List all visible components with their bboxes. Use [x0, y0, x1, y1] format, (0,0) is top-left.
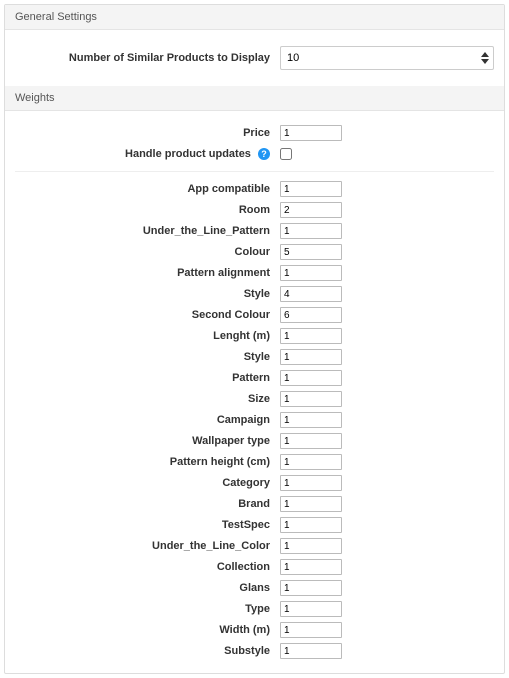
- attribute-row: Brand: [15, 495, 494, 513]
- attribute-label: App compatible: [15, 183, 280, 195]
- attribute-input[interactable]: [280, 538, 342, 554]
- attribute-input[interactable]: [280, 412, 342, 428]
- spinner-down-icon[interactable]: [481, 59, 489, 64]
- attribute-label: Type: [15, 603, 280, 615]
- attribute-label: Category: [15, 477, 280, 489]
- attribute-row: Collection: [15, 558, 494, 576]
- attribute-row: Pattern: [15, 369, 494, 387]
- price-label: Price: [15, 127, 280, 139]
- attribute-row: Room: [15, 201, 494, 219]
- attribute-row: Type: [15, 600, 494, 618]
- attribute-label: TestSpec: [15, 519, 280, 531]
- attribute-row: Substyle: [15, 642, 494, 660]
- attribute-row: Category: [15, 474, 494, 492]
- attribute-label: Glans: [15, 582, 280, 594]
- attribute-label: Under_the_Line_Pattern: [15, 225, 280, 237]
- attribute-input[interactable]: [280, 454, 342, 470]
- attribute-input[interactable]: [280, 349, 342, 365]
- attribute-label: Pattern: [15, 372, 280, 384]
- attribute-row: Pattern height (cm): [15, 453, 494, 471]
- attribute-row: App compatible: [15, 180, 494, 198]
- attribute-input[interactable]: [280, 181, 342, 197]
- display-count-spinner: [478, 48, 492, 68]
- general-settings-body: Number of Similar Products to Display: [5, 30, 504, 86]
- price-input[interactable]: [280, 125, 342, 141]
- attribute-input[interactable]: [280, 559, 342, 575]
- attribute-input[interactable]: [280, 370, 342, 386]
- display-count-label: Number of Similar Products to Display: [15, 52, 280, 64]
- attribute-label: Brand: [15, 498, 280, 510]
- attribute-input[interactable]: [280, 328, 342, 344]
- attribute-input[interactable]: [280, 202, 342, 218]
- attribute-row: TestSpec: [15, 516, 494, 534]
- attribute-label: Colour: [15, 246, 280, 258]
- handle-updates-checkbox[interactable]: [280, 148, 292, 160]
- display-count-input[interactable]: [280, 46, 494, 70]
- attribute-label: Under_the_Line_Color: [15, 540, 280, 552]
- attribute-label: Style: [15, 288, 280, 300]
- attribute-row: Under_the_Line_Pattern: [15, 222, 494, 240]
- attribute-input[interactable]: [280, 643, 342, 659]
- handle-updates-label: Handle product updates ?: [15, 148, 280, 160]
- price-row: Price: [15, 124, 494, 142]
- attribute-input[interactable]: [280, 391, 342, 407]
- attribute-label: Room: [15, 204, 280, 216]
- attribute-row: Width (m): [15, 621, 494, 639]
- attribute-row: Size: [15, 390, 494, 408]
- attribute-input[interactable]: [280, 622, 342, 638]
- attribute-input[interactable]: [280, 433, 342, 449]
- attribute-label: Campaign: [15, 414, 280, 426]
- attribute-row: Glans: [15, 579, 494, 597]
- attribute-label: Width (m): [15, 624, 280, 636]
- general-settings-header: General Settings: [5, 5, 504, 30]
- attribute-input[interactable]: [280, 475, 342, 491]
- attribute-input[interactable]: [280, 517, 342, 533]
- attribute-label: Collection: [15, 561, 280, 573]
- handle-updates-label-text: Handle product updates: [125, 148, 251, 160]
- attribute-label: Second Colour: [15, 309, 280, 321]
- attribute-label: Pattern alignment: [15, 267, 280, 279]
- weights-body: Price Handle product updates ? App compa…: [5, 111, 504, 673]
- weights-header: Weights: [5, 86, 504, 111]
- attribute-row: Wallpaper type: [15, 432, 494, 450]
- attribute-row: Campaign: [15, 411, 494, 429]
- display-count-row: Number of Similar Products to Display: [15, 46, 494, 70]
- attribute-input[interactable]: [280, 580, 342, 596]
- attribute-input[interactable]: [280, 244, 342, 260]
- attribute-input[interactable]: [280, 307, 342, 323]
- divider: [15, 171, 494, 172]
- attribute-row: Second Colour: [15, 306, 494, 324]
- attribute-row: Under_the_Line_Color: [15, 537, 494, 555]
- attribute-input[interactable]: [280, 496, 342, 512]
- help-icon[interactable]: ?: [258, 148, 270, 160]
- attribute-row: Style: [15, 285, 494, 303]
- attribute-input[interactable]: [280, 601, 342, 617]
- attribute-row: Style: [15, 348, 494, 366]
- attribute-label: Style: [15, 351, 280, 363]
- attribute-rows: App compatible Room Under_the_Line_Pattern…: [15, 180, 494, 660]
- attribute-input[interactable]: [280, 286, 342, 302]
- attribute-label: Substyle: [15, 645, 280, 657]
- display-count-wrap: [280, 46, 494, 70]
- handle-updates-row: Handle product updates ?: [15, 145, 494, 163]
- attribute-input[interactable]: [280, 265, 342, 281]
- attribute-label: Size: [15, 393, 280, 405]
- attribute-row: Lenght (m): [15, 327, 494, 345]
- attribute-row: Colour: [15, 243, 494, 261]
- spinner-up-icon[interactable]: [481, 52, 489, 57]
- attribute-input[interactable]: [280, 223, 342, 239]
- attribute-label: Pattern height (cm): [15, 456, 280, 468]
- settings-panel: General Settings Number of Similar Produ…: [4, 4, 505, 674]
- attribute-row: Pattern alignment: [15, 264, 494, 282]
- attribute-label: Lenght (m): [15, 330, 280, 342]
- attribute-label: Wallpaper type: [15, 435, 280, 447]
